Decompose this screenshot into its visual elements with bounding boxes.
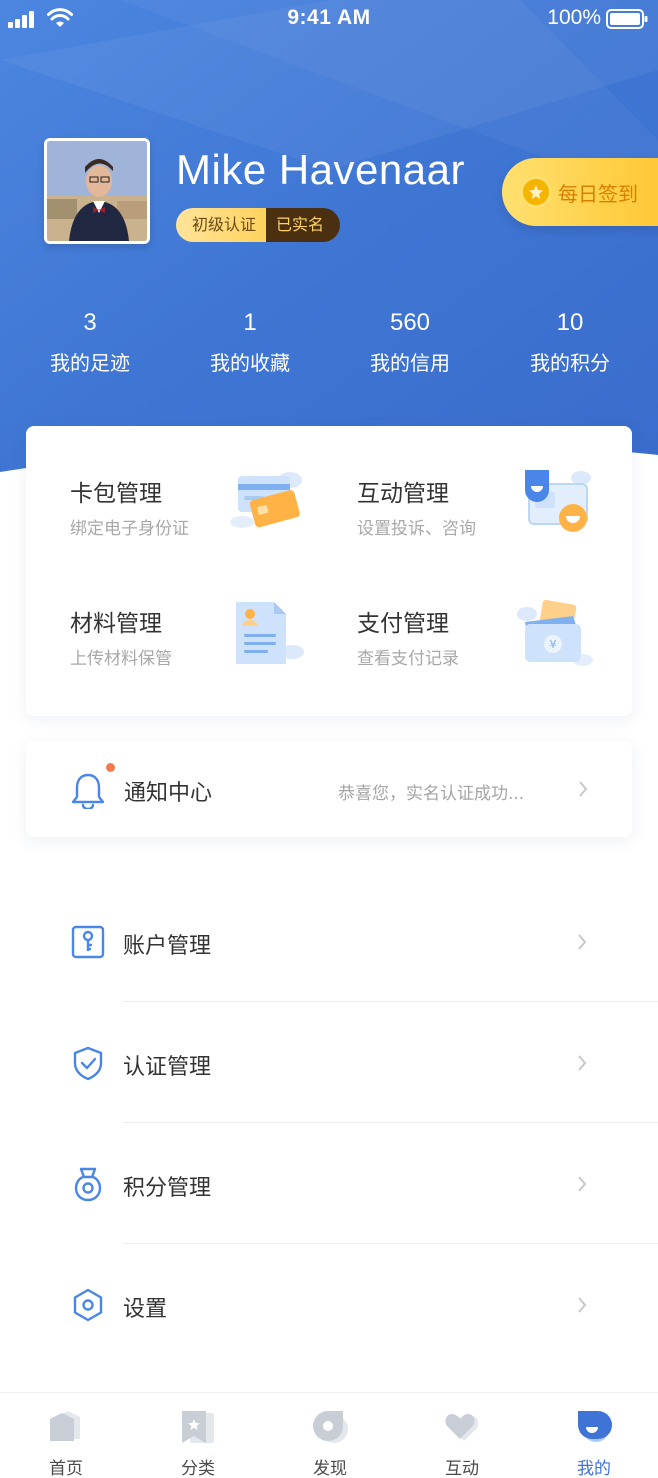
stat-label: 我的足迹	[50, 351, 130, 375]
tab-label: 互动	[445, 1459, 479, 1478]
tool-title: 材料管理	[70, 611, 162, 637]
chevron-right-icon	[578, 1055, 587, 1071]
divider	[123, 1243, 658, 1244]
battery-percent: 100%	[547, 6, 601, 29]
menu-label: 认证管理	[123, 1055, 212, 1080]
medal-icon	[74, 1167, 102, 1202]
tab-label: 发现	[313, 1459, 347, 1478]
chevron-right-icon	[579, 781, 588, 797]
menu-verification[interactable]: 认证管理	[0, 1003, 658, 1123]
discover-icon	[313, 1411, 348, 1443]
services-card: 卡包管理 绑定电子身份证 互动管理 设置投诉、咨询 材料管理 上传材料保管 支付…	[26, 426, 632, 716]
stat-label: 我的收藏	[210, 351, 290, 375]
tool-title: 卡包管理	[70, 481, 162, 507]
tab-label: 首页	[49, 1459, 83, 1478]
menu-account[interactable]: 账户管理	[0, 882, 658, 1002]
heart-icon	[445, 1414, 479, 1441]
tab-label: 分类	[181, 1459, 215, 1478]
chevron-right-icon	[578, 1176, 587, 1192]
badge-verified: 已实名	[266, 208, 341, 242]
stat-footprints[interactable]: 3 我的足迹	[10, 308, 170, 376]
stat-value: 1	[243, 309, 257, 336]
daily-checkin-label: 每日签到	[558, 182, 638, 206]
menu-points[interactable]: 积分管理	[0, 1124, 658, 1244]
chevron-right-icon	[578, 1297, 587, 1313]
notification-center[interactable]: 通知中心 恭喜您，实名认证成功...	[26, 741, 632, 837]
status-bar: 9:41 AM 100%	[0, 0, 658, 40]
badge-level: 初级认证	[176, 208, 267, 242]
star-coin-icon	[520, 176, 552, 208]
payment-wallet-illustration: ¥	[517, 600, 593, 666]
tool-card-wallet[interactable]: 卡包管理 绑定电子身份证	[70, 472, 360, 594]
stat-value: 3	[83, 309, 97, 336]
svg-text:¥: ¥	[550, 638, 557, 651]
tool-materials[interactable]: 材料管理 上传材料保管	[70, 602, 360, 724]
stat-label: 我的积分	[530, 351, 610, 375]
document-illustration	[236, 602, 304, 664]
tab-category[interactable]: 分类	[132, 1393, 264, 1478]
divider	[123, 1001, 658, 1002]
tool-subtitle: 绑定电子身份证	[70, 519, 189, 539]
tab-label: 我的	[577, 1459, 611, 1478]
bookmark-star-icon	[182, 1411, 214, 1443]
tab-interact[interactable]: 互动	[396, 1393, 528, 1478]
tool-title: 支付管理	[357, 611, 449, 637]
stat-label: 我的信用	[370, 351, 450, 375]
chevron-right-icon	[578, 934, 587, 950]
bell-icon	[71, 773, 105, 809]
home-icon	[50, 1411, 80, 1441]
user-name: Mike Havenaar	[176, 146, 465, 193]
account-key-icon	[71, 925, 105, 959]
menu-label: 账户管理	[123, 934, 212, 959]
chat-bubbles-illustration	[525, 470, 591, 532]
daily-checkin-button[interactable]: 每日签到	[502, 158, 658, 226]
card-wallet-illustration	[230, 472, 302, 528]
tool-subtitle: 设置投诉、咨询	[357, 519, 476, 539]
profile-icon	[578, 1411, 612, 1442]
user-stats: 3 我的足迹 1 我的收藏 560 我的信用 10 我的积分	[10, 308, 650, 376]
tool-interaction[interactable]: 互动管理 设置投诉、咨询	[357, 470, 647, 594]
battery-icon	[606, 9, 648, 29]
stat-value: 10	[556, 309, 584, 336]
verification-badges: 初级认证 已实名	[176, 208, 341, 242]
divider	[123, 1122, 658, 1123]
shield-check-icon	[73, 1046, 103, 1081]
stat-points[interactable]: 10 我的积分	[490, 308, 650, 376]
stat-value: 560	[389, 309, 431, 336]
tab-home[interactable]: 首页	[0, 1393, 132, 1478]
notice-title: 通知中心	[124, 781, 213, 806]
notice-message: 恭喜您，实名认证成功...	[338, 784, 525, 804]
settings-hexagon-icon	[73, 1288, 103, 1322]
menu-label: 设置	[123, 1297, 168, 1322]
tab-discover[interactable]: 发现	[264, 1393, 396, 1478]
tool-title: 互动管理	[357, 481, 449, 507]
stat-favorites[interactable]: 1 我的收藏	[170, 308, 330, 376]
avatar[interactable]	[44, 138, 150, 244]
tool-payment[interactable]: 支付管理 查看支付记录 ¥	[357, 600, 647, 724]
bottom-tab-bar: 首页 分类 发现 互动 我的	[0, 1392, 658, 1478]
stat-credit[interactable]: 560 我的信用	[330, 308, 490, 376]
unread-dot	[106, 763, 115, 772]
tool-subtitle: 查看支付记录	[357, 649, 459, 669]
menu-settings[interactable]: 设置	[0, 1245, 658, 1365]
tab-mine[interactable]: 我的	[528, 1393, 658, 1478]
menu-label: 积分管理	[123, 1176, 212, 1201]
tool-subtitle: 上传材料保管	[70, 649, 172, 669]
